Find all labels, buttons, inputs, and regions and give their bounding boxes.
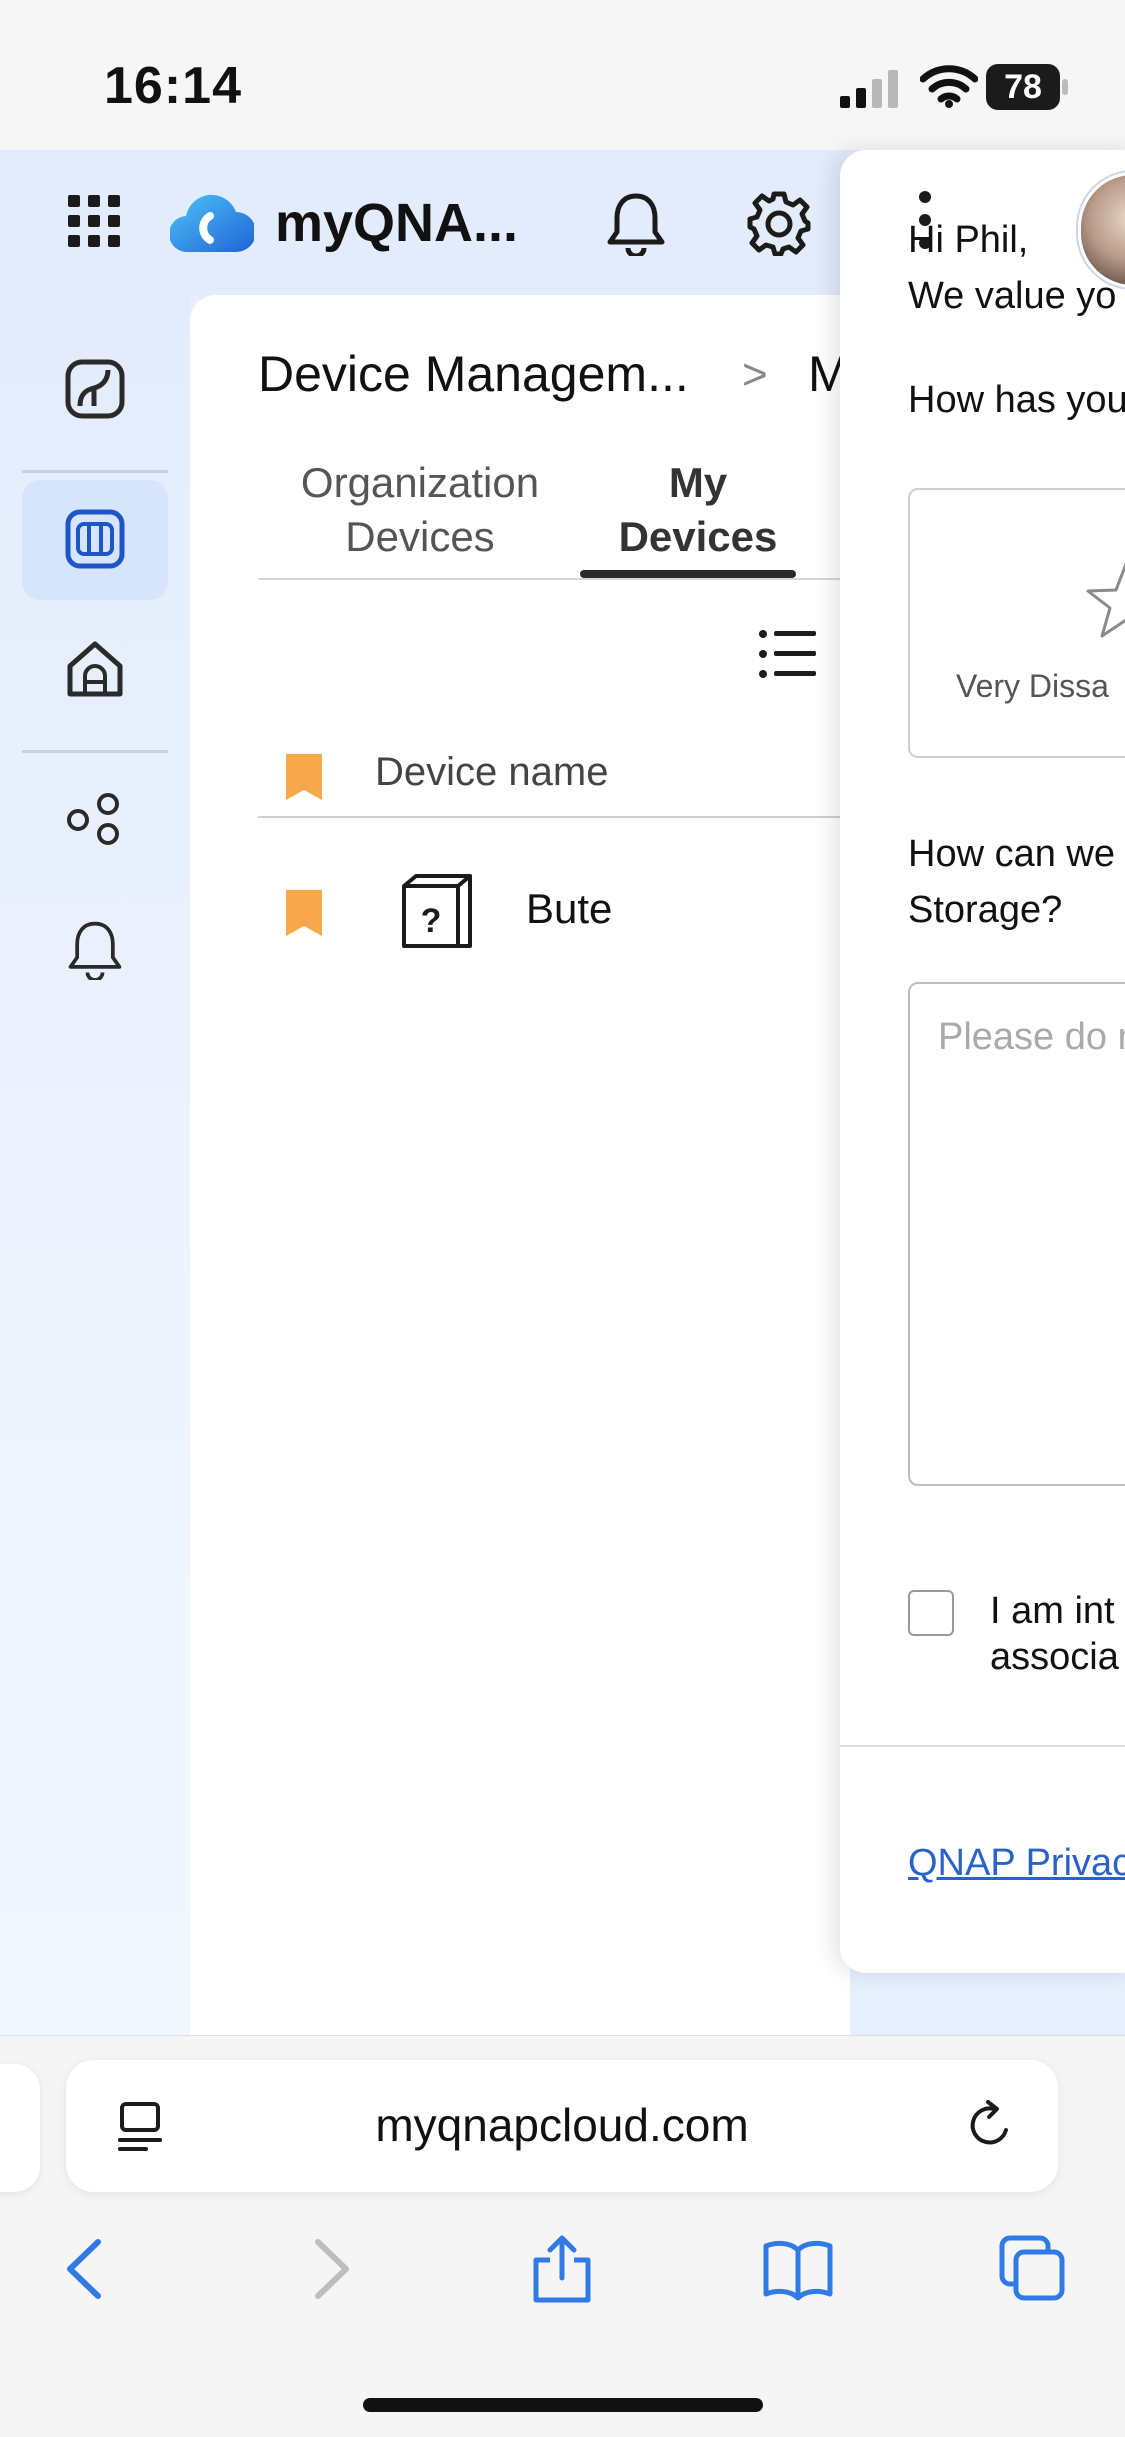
browser-toolbar: myqnapcloud.com <box>0 2035 1125 2437</box>
device-glyph: ? <box>421 902 442 940</box>
tabs-overview-icon[interactable] <box>998 2234 1068 2304</box>
sidebar-item-notifications[interactable] <box>22 890 168 1010</box>
dashboard-icon <box>65 359 125 419</box>
sidebar-item-devices[interactable] <box>22 480 168 600</box>
rating-question: How has you <box>908 379 1125 421</box>
header-divider <box>258 816 858 818</box>
tab-label-line1: My <box>668 459 728 506</box>
column-header-device-name[interactable]: Device name <box>375 750 608 795</box>
share-icon[interactable] <box>530 2234 594 2304</box>
sidebar-divider <box>22 470 168 473</box>
battery-indicator: 78 <box>986 64 1070 110</box>
devices-icon <box>65 509 125 569</box>
secure-access-icon <box>67 641 123 697</box>
tab-my-devices[interactable]: My Devices <box>578 456 818 564</box>
textarea-placeholder: Please do n <box>938 1016 1125 1058</box>
clock: 16:14 <box>104 57 242 115</box>
breadcrumb-current[interactable]: Device Managem... <box>258 345 689 403</box>
app-title[interactable]: myQNA... <box>275 192 518 254</box>
sidebar-item-security[interactable] <box>22 610 168 730</box>
privacy-policy-link[interactable]: QNAP Privac <box>908 1842 1125 1885</box>
status-bar: 16:14 78 <box>0 0 1125 150</box>
consent-label: I am int associa <box>990 1588 1119 1680</box>
breadcrumb-separator: > <box>742 350 768 399</box>
reload-icon[interactable] <box>964 2100 1016 2152</box>
bookmark-icon[interactable] <box>286 754 322 800</box>
rating-label: Very Dissa <box>956 668 1109 704</box>
question-line2: Storage? <box>908 889 1063 931</box>
wifi-icon <box>920 65 978 108</box>
app-grid-icon[interactable] <box>68 195 120 247</box>
sidebar <box>0 295 190 2035</box>
bell-icon <box>68 921 122 980</box>
tab-label-line2: Devices <box>618 513 778 560</box>
consent-line2: associa <box>990 1636 1119 1678</box>
battery-level: 78 <box>1004 68 1042 106</box>
list-view-icon[interactable] <box>758 628 816 680</box>
consent-line1: I am int <box>990 1590 1115 1632</box>
settings-gear-icon[interactable] <box>746 190 812 256</box>
myqnapcloud-logo-icon <box>170 194 254 253</box>
organization-icon <box>67 793 119 845</box>
unknown-device-icon: ? <box>402 874 472 948</box>
home-indicator[interactable] <box>363 2398 763 2412</box>
tabs-divider <box>258 578 858 580</box>
feedback-panel: Hi Phil, We value yo How has you Very Di… <box>840 150 1125 1973</box>
rating-option-very-dissatisfied[interactable]: Very Dissa <box>908 488 1125 758</box>
feedback-textarea[interactable]: Please do n <box>908 982 1125 1486</box>
url-text[interactable]: myqnapcloud.com <box>66 2098 1058 2152</box>
question-line1: How can we <box>908 833 1115 875</box>
bookmark-icon[interactable] <box>286 890 322 936</box>
bookmarks-icon[interactable] <box>762 2234 834 2304</box>
back-icon[interactable] <box>56 2234 120 2304</box>
device-name[interactable]: Bute <box>526 885 612 933</box>
star-icon <box>1086 562 1125 638</box>
address-bar[interactable]: myqnapcloud.com <box>66 2060 1058 2192</box>
tab-label-line2: Devices <box>345 513 495 560</box>
sidebar-item-dashboard[interactable] <box>22 330 168 450</box>
cellular-signal-icon <box>840 70 898 108</box>
intro-text: We value yo <box>908 275 1117 317</box>
notification-bell-icon[interactable] <box>605 190 667 256</box>
panel-divider <box>840 1745 1125 1747</box>
active-tab-indicator <box>580 570 796 578</box>
sidebar-divider <box>22 750 168 753</box>
tab-organization-devices[interactable]: Organization Devices <box>270 456 570 564</box>
previous-tab-preview[interactable] <box>0 2064 40 2192</box>
tab-label-line1: Organization <box>300 459 540 506</box>
sidebar-item-organization[interactable] <box>22 760 168 880</box>
improvement-question: How can we Storage? <box>908 826 1115 938</box>
table-row[interactable]: ? Bute <box>258 850 858 970</box>
forward-icon[interactable] <box>296 2234 360 2304</box>
consent-checkbox[interactable] <box>908 1590 954 1636</box>
